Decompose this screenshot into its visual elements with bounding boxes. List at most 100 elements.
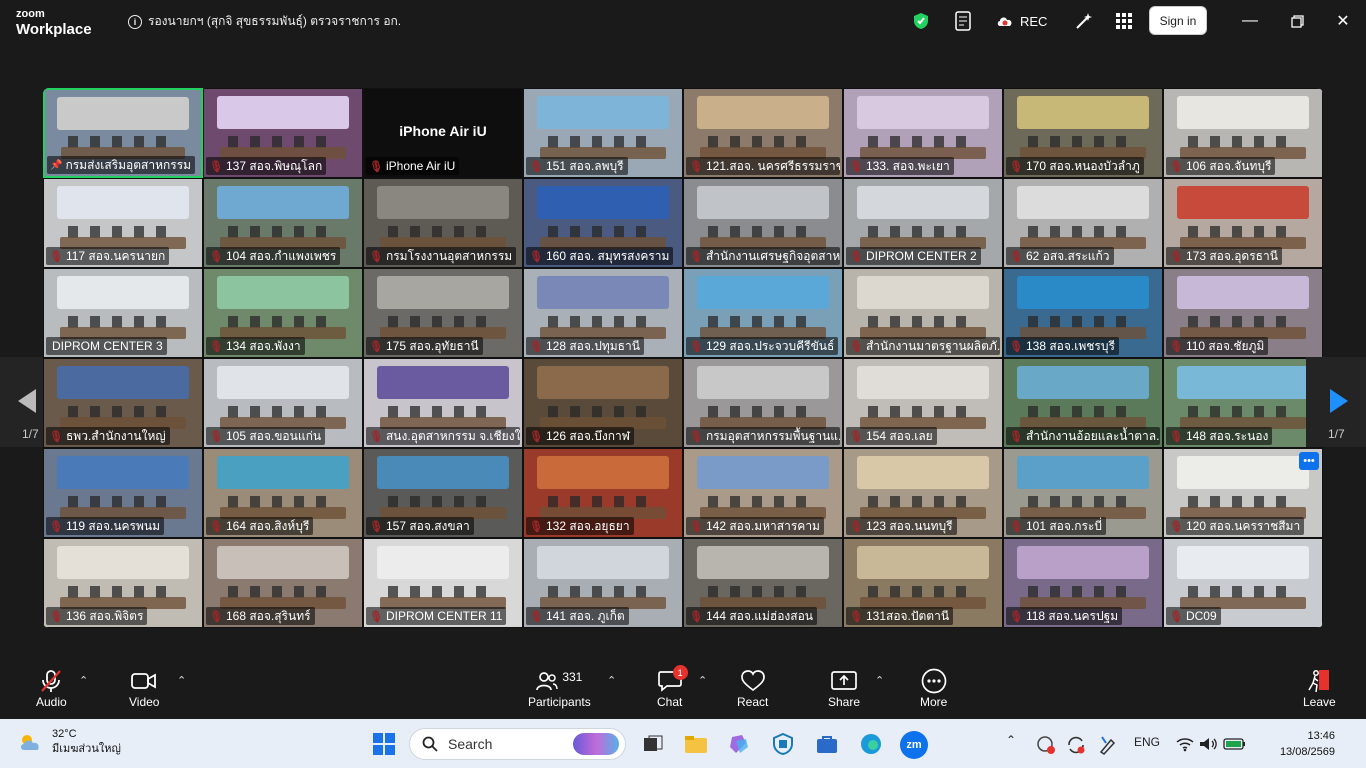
app-shield-icon[interactable]: [770, 731, 796, 757]
participant-tile[interactable]: 🎙 DIPROM CENTER 11: [363, 538, 523, 628]
participant-tile[interactable]: DIPROM CENTER 3: [43, 268, 203, 358]
video-button[interactable]: Video: [129, 667, 159, 709]
participant-tile[interactable]: 🎙 กรมโรงงานอุตสาหกรรม: [363, 178, 523, 268]
participant-tile[interactable]: 🎙 173 สอจ.อุดรธานี: [1163, 178, 1323, 268]
participant-tile[interactable]: 🎙 106 สอจ.จันทบุรี: [1163, 88, 1323, 178]
audio-button[interactable]: Audio: [36, 667, 67, 709]
participants-options-chevron-icon[interactable]: ⌃: [607, 674, 616, 687]
participant-tile[interactable]: 🎙 DIPROM CENTER 2: [843, 178, 1003, 268]
store-icon[interactable]: [814, 731, 840, 757]
volume-icon[interactable]: [1196, 731, 1222, 757]
participant-tile[interactable]: 🎙 104 สอจ.กำแพงเพชร: [203, 178, 363, 268]
participant-tile[interactable]: 🎙 137 สอจ.พิษณุโลก: [203, 88, 363, 178]
participant-tile[interactable]: 🎙 128 สอจ.ปทุมธานี: [523, 268, 683, 358]
tray-app-icon-1[interactable]: [1033, 732, 1059, 758]
notes-icon[interactable]: [954, 10, 972, 32]
participant-tile[interactable]: 🎙 148 สอจ.ระนอง: [1163, 358, 1323, 448]
copilot-icon[interactable]: [726, 731, 752, 757]
share-options-chevron-icon[interactable]: ⌃: [875, 674, 884, 687]
participant-tile[interactable]: 🎙 131สอจ.ปัตตานี: [843, 538, 1003, 628]
system-clock[interactable]: 13:46 13/08/2569: [1275, 728, 1335, 760]
input-language[interactable]: ENG: [1134, 735, 1160, 749]
zoom-taskbar-icon[interactable]: zm: [900, 731, 928, 759]
participant-tile[interactable]: 🎙 DC09: [1163, 538, 1323, 628]
participant-tile[interactable]: 🎙 141 สอจ. ภูเก็ต: [523, 538, 683, 628]
more-button[interactable]: More: [920, 667, 947, 709]
file-explorer-icon[interactable]: [683, 731, 709, 757]
participant-tile[interactable]: 🎙 160 สอจ. สมุทรสงคราม: [523, 178, 683, 268]
close-icon[interactable]: ✕: [1333, 11, 1353, 31]
participant-tile[interactable]: 🎙 ธพว.สำนักงานใหญ่: [43, 358, 203, 448]
record-indicator[interactable]: REC: [996, 10, 1047, 32]
participant-tile[interactable]: 🎙 136 สอจ.พิจิตร: [43, 538, 203, 628]
participant-tile[interactable]: 🎙 117 สอจ.นครนายก: [43, 178, 203, 268]
participant-tile[interactable]: 🎙 154 สอจ.เลย: [843, 358, 1003, 448]
share-button[interactable]: Share: [828, 667, 860, 709]
participant-tile[interactable]: iPhone Air iU 🎙 iPhone Air iU: [363, 88, 523, 178]
participant-tile[interactable]: 🎙 168 สอจ.สุรินทร์: [203, 538, 363, 628]
wifi-icon[interactable]: [1172, 731, 1198, 757]
participant-tile[interactable]: 🎙 110 สอจ.ชัยภูมิ: [1163, 268, 1323, 358]
minimize-icon[interactable]: —: [1240, 11, 1260, 31]
mic-muted-icon: 🎙: [529, 610, 543, 623]
participant-tile[interactable]: ••• 🎙 120 สอจ.นครราชสีมา: [1163, 448, 1323, 538]
tray-pen-icon[interactable]: [1095, 732, 1121, 758]
participant-tile[interactable]: 🎙 101 สอจ.กระบี่: [1003, 448, 1163, 538]
task-view-icon[interactable]: [640, 731, 666, 757]
participant-tile[interactable]: 🎙 สนง.อุตสาหกรรม จ.เชียงใ...: [363, 358, 523, 448]
video-options-chevron-icon[interactable]: ⌃: [177, 674, 186, 687]
participant-tile[interactable]: 🎙 134 สอจ.พังงา: [203, 268, 363, 358]
meeting-info[interactable]: i รองนายกฯ (สุกจิ สุขธรรมพันธุ์) ตรวจราช…: [128, 12, 401, 31]
tray-sync-icon[interactable]: [1063, 732, 1089, 758]
chat-button[interactable]: 1 Chat: [657, 665, 688, 709]
edge-browser-icon[interactable]: [858, 731, 884, 757]
participant-tile[interactable]: 🎙 62 อสจ.สระแก้ว: [1003, 178, 1163, 268]
participant-tile[interactable]: 📌 กรมส่งเสริมอุตสาหกรรม: [43, 88, 203, 178]
participant-tile[interactable]: 🎙 สำนักงานมาตรฐานผลิตภั...: [843, 268, 1003, 358]
participant-name: 106 สอจ.จันทบุรี: [1185, 158, 1272, 173]
shield-icon[interactable]: [913, 10, 929, 32]
temperature: 32°C: [52, 728, 77, 740]
participants-button[interactable]: 331 Participants: [528, 667, 591, 709]
participant-tile[interactable]: 🎙 175 สอจ.อุทัยธานี: [363, 268, 523, 358]
info-icon[interactable]: i: [128, 14, 142, 29]
apps-grid-icon[interactable]: [1116, 10, 1132, 32]
participant-tile[interactable]: 🎙 170 สอจ.หนองบัวลำภู: [1003, 88, 1163, 178]
leave-button[interactable]: Leave: [1303, 667, 1336, 709]
participant-tile[interactable]: 🎙 151 สอจ.ลพบุรี: [523, 88, 683, 178]
sign-in-button[interactable]: Sign in: [1149, 6, 1207, 35]
battery-icon[interactable]: [1222, 731, 1248, 757]
magic-wand-icon[interactable]: [1075, 10, 1093, 32]
participant-tile[interactable]: 🎙 138 สอจ.เพชรบุรี: [1003, 268, 1163, 358]
participant-tile[interactable]: 🎙 144 สอจ.แม่ฮ่องสอน: [683, 538, 843, 628]
tray-overflow-chevron-icon[interactable]: ⌃: [1006, 733, 1016, 747]
participant-name: สำนักงานมาตรฐานผลิตภั...: [865, 338, 1000, 353]
participant-name-label: 📌 กรมส่งเสริมอุตสาหกรรม: [47, 156, 196, 174]
participant-tile[interactable]: 🎙 105 สอจ.ขอนแก่น: [203, 358, 363, 448]
participant-tile[interactable]: 🎙 164 สอจ.สิงห์บุรี: [203, 448, 363, 538]
next-page-button[interactable]: 1/7: [1306, 357, 1366, 447]
chat-options-chevron-icon[interactable]: ⌃: [698, 674, 707, 687]
participant-tile[interactable]: 🎙 กรมอุตสาหกรรมพื้นฐานแ...: [683, 358, 843, 448]
participant-tile[interactable]: 🎙 119 สอจ.นครพนม: [43, 448, 203, 538]
participant-tile[interactable]: 🎙 129 สอจ.ประจวบคีรีขันธ์: [683, 268, 843, 358]
taskbar-search[interactable]: Search: [409, 728, 626, 760]
participant-tile[interactable]: 🎙 157 สอจ.สงขลา: [363, 448, 523, 538]
participant-tile[interactable]: 🎙 สำนักงานอ้อยและน้ำตาล...: [1003, 358, 1163, 448]
participant-tile[interactable]: 🎙 123 สอจ.นนทบุรี: [843, 448, 1003, 538]
participant-tile[interactable]: 🎙 สำนักงานเศรษฐกิจอุตสาห...: [683, 178, 843, 268]
participant-tile[interactable]: 🎙 142 สอจ.มหาสารคาม: [683, 448, 843, 538]
start-windows-icon[interactable]: [371, 731, 397, 757]
audio-options-chevron-icon[interactable]: ⌃: [79, 674, 88, 687]
participant-tile[interactable]: 🎙 132 สอจ.อยุธยา: [523, 448, 683, 538]
meeting-toolbar: Audio ⌃ Video ⌃ 331 Participants ⌃ 1 Cha…: [0, 660, 1366, 719]
participant-tile[interactable]: 🎙 126 สอจ.บึงกาฬ: [523, 358, 683, 448]
participant-tile[interactable]: 🎙 118 สอจ.นครปฐม: [1003, 538, 1163, 628]
maximize-icon[interactable]: [1287, 11, 1307, 31]
mic-muted-icon: 🎙: [369, 520, 383, 533]
tile-more-options-icon[interactable]: •••: [1299, 452, 1319, 470]
participant-tile[interactable]: 🎙 121.สอจ. นครศรีธรรมราช: [683, 88, 843, 178]
participant-tile[interactable]: 🎙 133. สอจ.พะเยา: [843, 88, 1003, 178]
react-button[interactable]: React: [737, 667, 768, 709]
weather-widget[interactable]: 32°C มีเมฆส่วนใหญ่: [18, 727, 121, 757]
